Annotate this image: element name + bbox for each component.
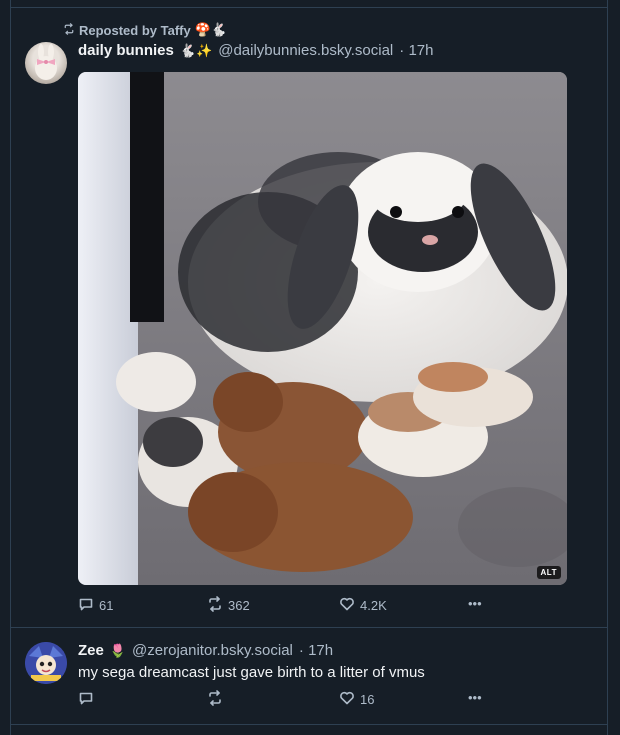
repost-icon [63, 22, 75, 38]
repost-label: Reposted by Taffy [79, 22, 191, 38]
author-handle[interactable]: @dailybunnies.bsky.social [218, 42, 393, 59]
reply-icon [78, 596, 94, 615]
like-button[interactable]: 4.2K [339, 596, 387, 615]
author-display-name[interactable]: daily bunnies [78, 42, 174, 59]
repost-icon [207, 690, 223, 709]
more-options-button[interactable]: ••• [468, 596, 482, 611]
feed-column: Reposted by Taffy 🍄🐇 daily bunnies 🐇✨ @da… [10, 0, 608, 735]
more-options-button[interactable]: ••• [468, 690, 482, 705]
post-header: Zee 🌷 @zerojanitor.bsky.social · 17h [78, 642, 333, 659]
like-count: 4.2K [360, 598, 387, 613]
author-name-emojis: 🌷 [109, 643, 127, 658]
alt-badge[interactable]: ALT [536, 566, 561, 579]
like-count: 16 [360, 692, 375, 707]
repost-button[interactable] [207, 690, 228, 709]
reply-button[interactable] [78, 690, 99, 709]
post-daily-bunnies[interactable]: Reposted by Taffy 🍄🐇 daily bunnies 🐇✨ @da… [11, 8, 607, 627]
repost-emojis: 🍄🐇 [194, 22, 228, 37]
avatar[interactable] [25, 642, 67, 684]
avatar[interactable] [25, 42, 67, 84]
like-button[interactable]: 16 [339, 690, 374, 709]
reply-icon [78, 690, 94, 709]
divider [11, 724, 607, 725]
post-actions: 16 ••• [78, 690, 498, 710]
bunny-photo-icon [78, 72, 567, 585]
repost-count: 362 [228, 598, 250, 613]
post-image[interactable]: ALT [78, 72, 567, 585]
post-zee[interactable]: Zee 🌷 @zerojanitor.bsky.social · 17h my … [11, 628, 607, 724]
repost-button[interactable]: 362 [207, 596, 250, 615]
post-actions: 61 362 4.2K ••• [78, 596, 498, 616]
reply-button[interactable]: 61 [78, 596, 113, 615]
author-display-name[interactable]: Zee [78, 642, 104, 659]
more-icon: ••• [468, 596, 482, 611]
repost-icon [207, 596, 223, 615]
post-timestamp[interactable]: · 17h [399, 42, 433, 59]
more-icon: ••• [468, 690, 482, 705]
repost-indicator[interactable]: Reposted by Taffy 🍄🐇 [63, 22, 227, 38]
reply-count: 61 [99, 598, 114, 613]
author-name-emojis: 🐇✨ [179, 43, 213, 58]
heart-icon [339, 596, 355, 615]
author-handle[interactable]: @zerojanitor.bsky.social [132, 642, 293, 659]
post-header: daily bunnies 🐇✨ @dailybunnies.bsky.soci… [78, 42, 433, 59]
post-text: my sega dreamcast just gave birth to a l… [78, 664, 425, 681]
heart-icon [339, 690, 355, 709]
post-timestamp[interactable]: · 17h [299, 642, 333, 659]
